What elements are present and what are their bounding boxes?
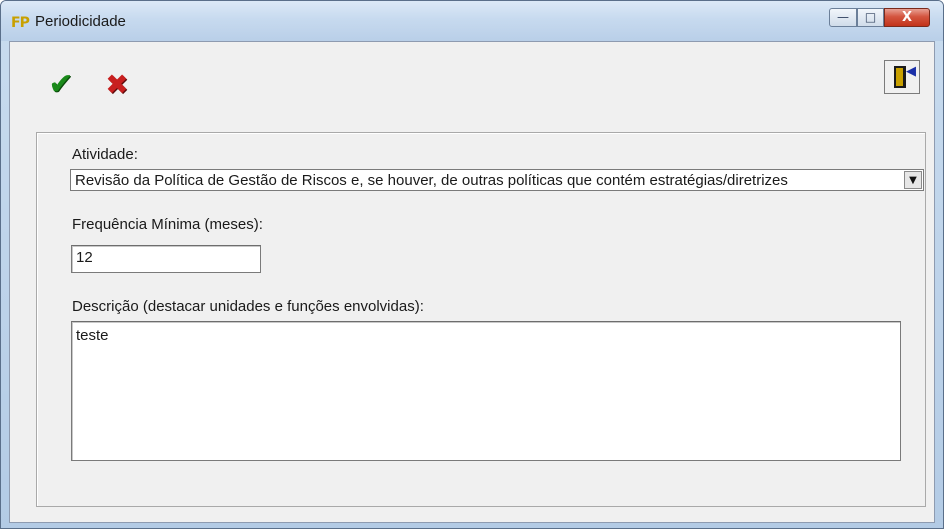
- maximize-button[interactable]: □: [857, 8, 884, 27]
- atividade-label: Atividade:: [72, 146, 138, 163]
- window-title: Periodicidade: [35, 13, 126, 30]
- checkmark-icon: ✔: [48, 67, 74, 102]
- title-bar[interactable]: FP Periodicidade — □ X: [1, 1, 943, 41]
- descricao-value: teste: [76, 327, 109, 344]
- minimize-button[interactable]: —: [829, 8, 857, 27]
- toolbar: ✔ ✖ ◀: [10, 42, 934, 114]
- close-icon: X: [901, 10, 913, 25]
- chevron-down-icon[interactable]: ▼: [904, 171, 922, 189]
- atividade-selected-value: Revisão da Política de Gestão de Riscos …: [75, 172, 788, 189]
- frequencia-value: 12: [76, 249, 93, 266]
- door-icon: [894, 66, 906, 88]
- atividade-select[interactable]: Revisão da Política de Gestão de Riscos …: [70, 169, 924, 191]
- frequencia-input[interactable]: 12: [71, 245, 261, 273]
- close-button[interactable]: X: [884, 8, 930, 27]
- arrow-left-icon: ◀: [906, 64, 916, 79]
- confirm-button[interactable]: ✔: [44, 68, 78, 102]
- frequencia-label: Frequência Mínima (meses):: [72, 216, 263, 233]
- cancel-button[interactable]: ✖: [100, 68, 134, 102]
- app-icon-text: FP: [11, 15, 30, 31]
- descricao-textarea[interactable]: teste: [71, 321, 901, 461]
- exit-button[interactable]: ◀: [884, 60, 920, 94]
- dialog-window: FP Periodicidade — □ X ✔ ✖ ◀ Atividade: …: [0, 0, 944, 529]
- app-icon: FP: [11, 15, 31, 31]
- descricao-label: Descrição (destacar unidades e funções e…: [72, 298, 424, 315]
- maximize-icon: □: [864, 10, 877, 24]
- minimize-icon: —: [837, 10, 849, 24]
- cross-icon: ✖: [105, 68, 129, 101]
